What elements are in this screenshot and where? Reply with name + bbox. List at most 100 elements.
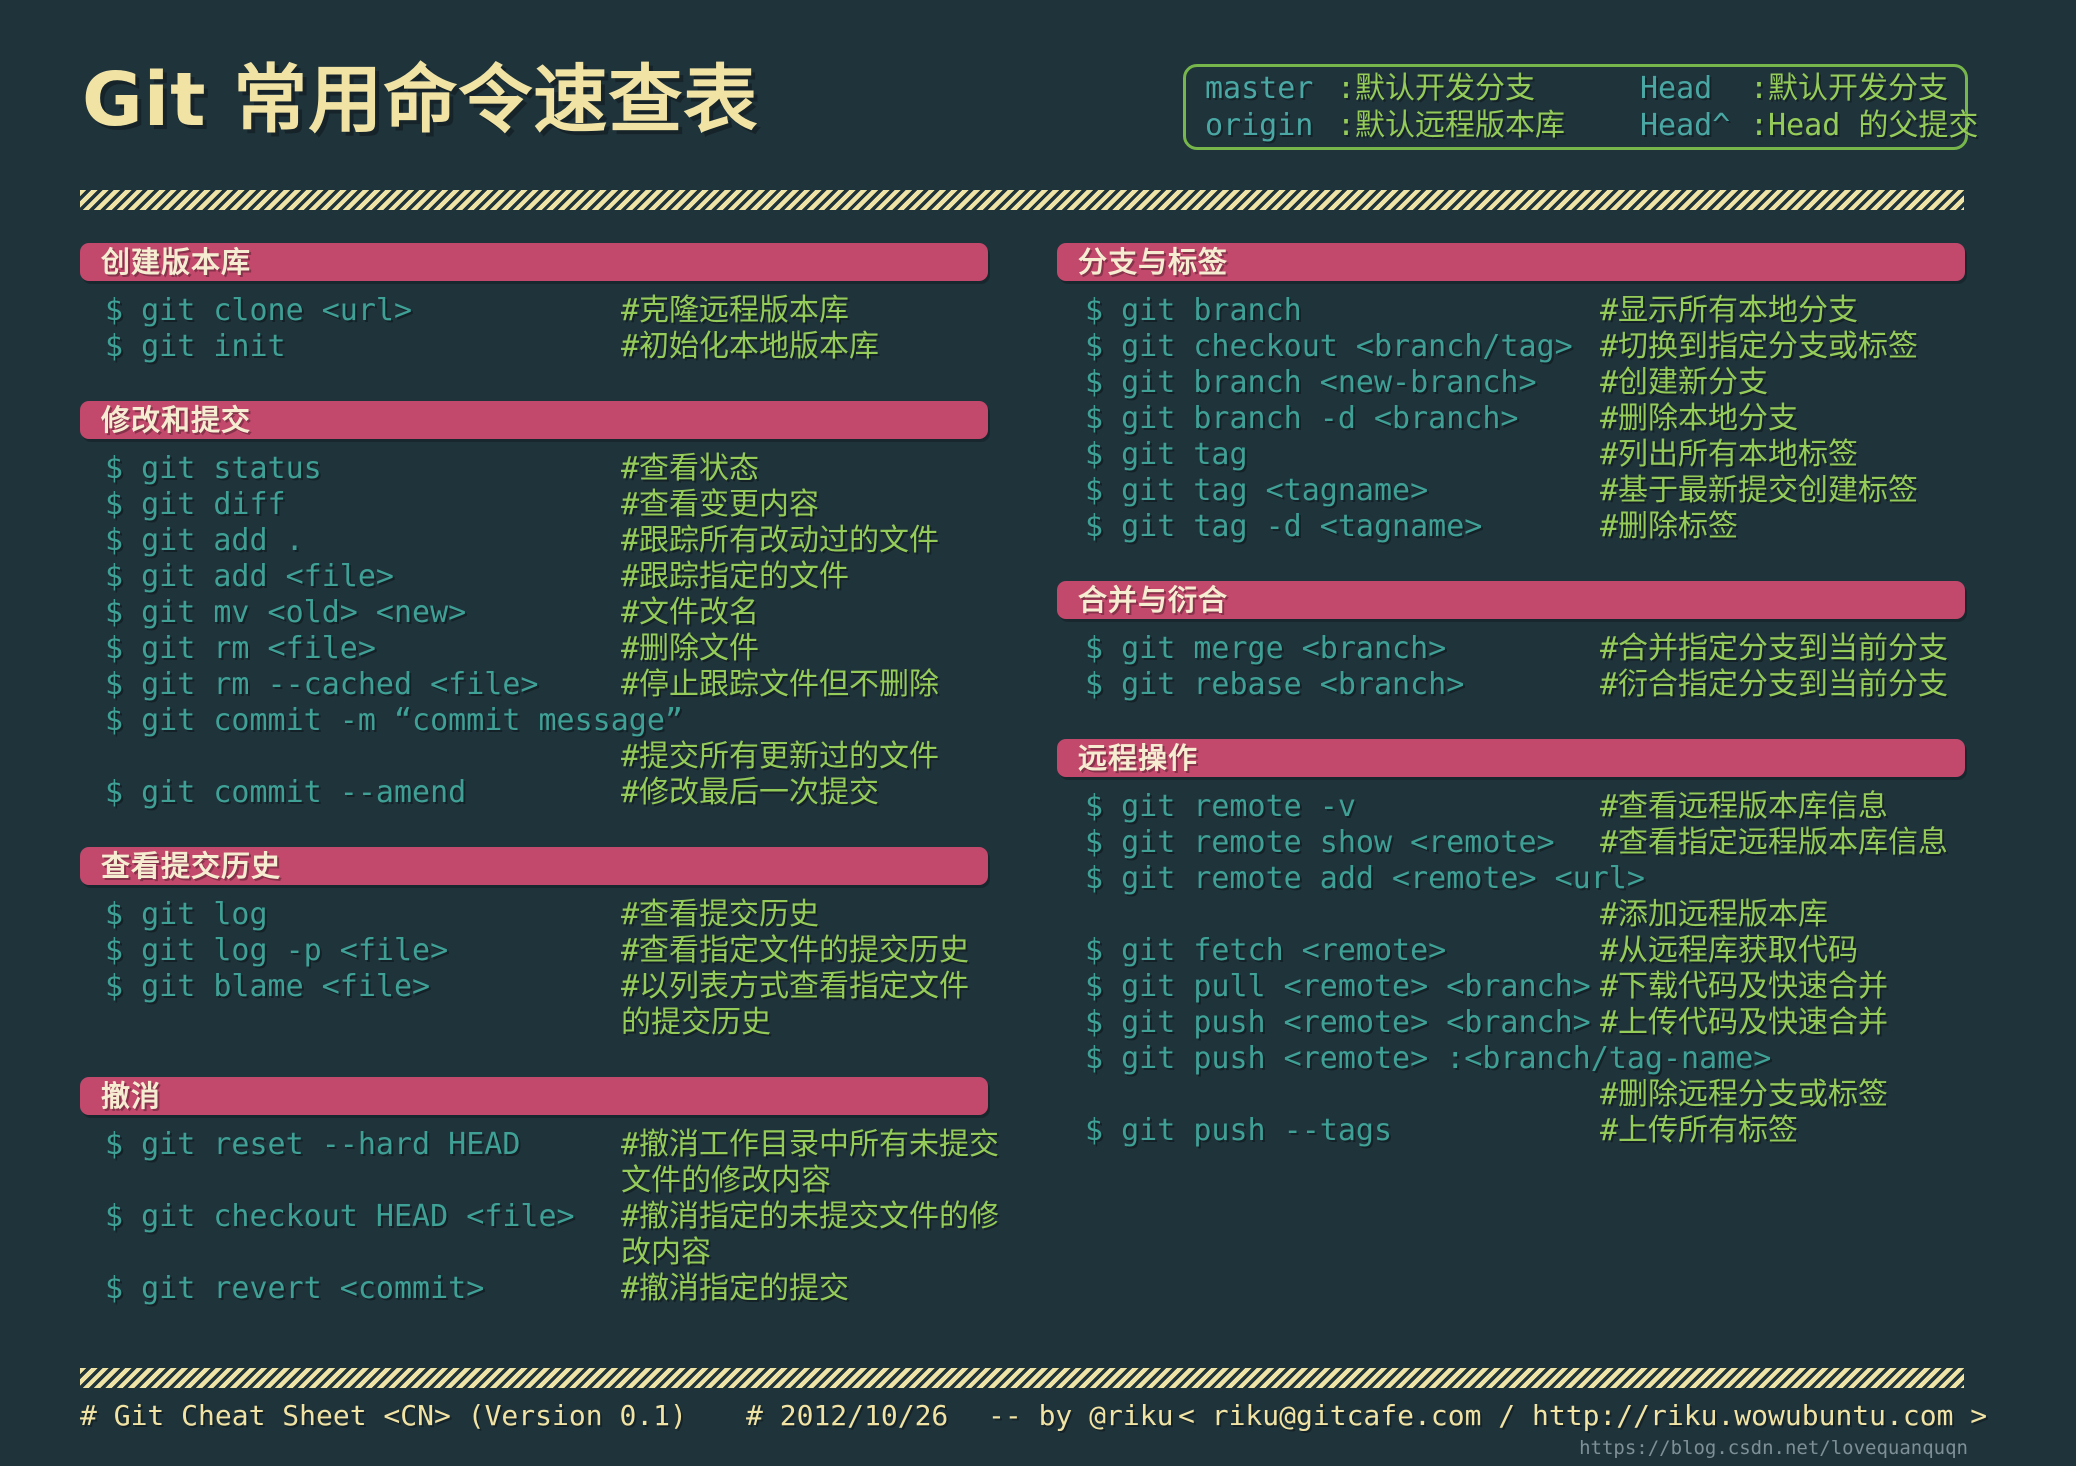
command-text: $ git init [105,329,286,364]
command-row: $ git pull <remote> <branch> #下载代码及快速合并 [1057,969,1965,1005]
comment-text: #查看变更内容 [621,487,820,522]
comment-text: #以列表方式查看指定文件 [621,969,970,1004]
command-text: $ git pull <remote> <branch> [1085,969,1591,1004]
command-row: $ git blame <file> #以列表方式查看指定文件 [80,969,988,1005]
command-text: $ git merge <branch> [1085,631,1447,666]
command-text: $ git commit -m “commit message” [105,703,683,738]
command-text: $ git push --tags [1085,1113,1393,1148]
comment-text: #提交所有更新过的文件 [621,739,940,774]
command-text: $ git tag [1085,437,1248,472]
command-row: 改内容 [80,1235,988,1271]
command-text: $ git commit --amend [105,775,467,810]
comment-text: #删除本地分支 [1600,401,1799,436]
command-text: $ git branch -d <branch> [1085,401,1519,436]
comment-text: 的提交历史 [621,1005,771,1040]
divider-top [80,190,1964,210]
comment-text: #撤消指定的提交 [621,1271,850,1306]
footer-contact: < riku@gitcafe.com / http://riku.wowubun… [1178,1399,1988,1432]
command-text: $ git revert <commit> [105,1271,485,1306]
section-header: 修改和提交 [80,401,988,439]
comment-text: #修改最后一次提交 [621,775,880,810]
command-row: $ git rm <file> #删除文件 [80,631,988,667]
command-row: $ git log #查看提交历史 [80,897,988,933]
command-text: $ git fetch <remote> [1085,933,1447,968]
comment-text: #基于最新提交创建标签 [1600,473,1919,508]
command-text [80,1005,621,1041]
command-row: #提交所有更新过的文件 [80,739,988,775]
command-text: $ git tag -d <tagname> [1085,509,1483,544]
legend-term: origin [1205,108,1314,143]
command-text: $ git rebase <branch> [1085,667,1465,702]
command-row: $ git fetch <remote> #从远程库获取代码 [1057,933,1965,969]
command-row: $ git branch <new-branch> #创建新分支 [1057,365,1965,401]
command-text: $ git rm <file> [105,631,376,666]
page-title: Git 常用命令速查表 [82,57,759,143]
comment-text: #合并指定分支到当前分支 [1600,631,1949,666]
comment-text: #文件改名 [621,595,760,630]
legend-description: :Head 的父提交 [1750,108,1979,143]
command-text [80,739,621,775]
section-header: 查看提交历史 [80,847,988,885]
command-text: $ git log [105,897,268,932]
command-row: $ git rm --cached <file> #停止跟踪文件但不删除 [80,667,988,703]
command-row: $ git add <file> #跟踪指定的文件 [80,559,988,595]
comment-text: #查看指定文件的提交历史 [621,933,970,968]
comment-text: #查看提交历史 [621,897,820,932]
command-text: $ git tag <tagname> [1085,473,1429,508]
comment-text: #撤消工作目录中所有未提交 [621,1127,1000,1162]
command-row: $ git push <remote> :<branch/tag-name> [1057,1041,1965,1077]
command-row: $ git push --tags #上传所有标签 [1057,1113,1965,1149]
command-row: $ git revert <commit> #撤消指定的提交 [80,1271,988,1307]
command-text [80,1163,621,1199]
command-row: $ git commit -m “commit message” [80,703,988,739]
command-row: #添加远程版本库 [1057,897,1965,933]
command-text: $ git branch <new-branch> [1085,365,1537,400]
comment-text: #删除文件 [621,631,760,666]
command-row: $ git rebase <branch> #衍合指定分支到当前分支 [1057,667,1965,703]
command-text: $ git reset --hard HEAD [105,1127,521,1162]
command-text [1057,1077,1600,1113]
comment-text: #跟踪指定的文件 [621,559,850,594]
legend-term: Head^ [1640,108,1731,143]
footer: # Git Cheat Sheet <CN> (Version 0.1) # 2… [0,1398,2076,1438]
command-row: $ git commit --amend #修改最后一次提交 [80,775,988,811]
command-row: $ git checkout <branch/tag> #切换到指定分支或标签 [1057,329,1965,365]
command-text: $ git add <file> [105,559,394,594]
command-section: 修改和提交 $ git status #查看状态 $ git diff #查看变更内容 $… [80,401,988,811]
command-row: $ git remote -v #查看远程版本库信息 [1057,789,1965,825]
section-header: 撤消 [80,1077,988,1115]
section-header: 远程操作 [1057,739,1965,777]
command-row: $ git tag <tagname> #基于最新提交创建标签 [1057,473,1965,509]
footer-date: # 2012/10/26 [746,1399,949,1432]
legend-term: master [1205,71,1314,106]
command-row: $ git branch #显示所有本地分支 [1057,293,1965,329]
comment-text: #查看远程版本库信息 [1600,789,1889,824]
command-text: $ git checkout HEAD <file> [105,1199,575,1234]
command-row: $ git checkout HEAD <file> #撤消指定的未提交文件的修 [80,1199,999,1235]
section-header: 分支与标签 [1057,243,1965,281]
command-row: $ git init #初始化本地版本库 [80,329,988,365]
comment-text: 文件的修改内容 [621,1163,831,1198]
command-text: $ git checkout <branch/tag> [1085,329,1573,364]
command-row: $ git log -p <file> #查看指定文件的提交历史 [80,933,988,969]
command-row: $ git status #查看状态 [80,451,988,487]
comment-text: #停止跟踪文件但不删除 [621,667,940,702]
comment-text: 改内容 [621,1235,711,1270]
comment-text: #上传代码及快速合并 [1600,1005,1889,1040]
command-text: $ git branch [1085,293,1302,328]
command-text: $ git log -p <file> [105,933,449,968]
command-row: $ git clone <url> #克隆远程版本库 [80,293,988,329]
comment-text: #添加远程版本库 [1600,897,1829,932]
command-text: $ git status [105,451,322,486]
section-header: 创建版本库 [80,243,988,281]
command-row: $ git reset --hard HEAD #撤消工作目录中所有未提交 [80,1127,999,1163]
legend-description: :默认远程版本库 [1337,108,1566,143]
command-section: 远程操作 $ git remote -v #查看远程版本库信息 $ git remot… [1057,739,1965,1149]
command-row: 的提交历史 [80,1005,988,1041]
footer-sheet-name: # Git Cheat Sheet <CN> (Version 0.1) [80,1399,687,1432]
comment-text: #克隆远程版本库 [621,293,850,328]
command-row: $ git tag -d <tagname> #删除标签 [1057,509,1965,545]
command-row: $ git branch -d <branch> #删除本地分支 [1057,401,1965,437]
command-section: 查看提交历史 $ git log #查看提交历史 $ git log -p <file… [80,847,988,1041]
command-text: $ git mv <old> <new> [105,595,467,630]
